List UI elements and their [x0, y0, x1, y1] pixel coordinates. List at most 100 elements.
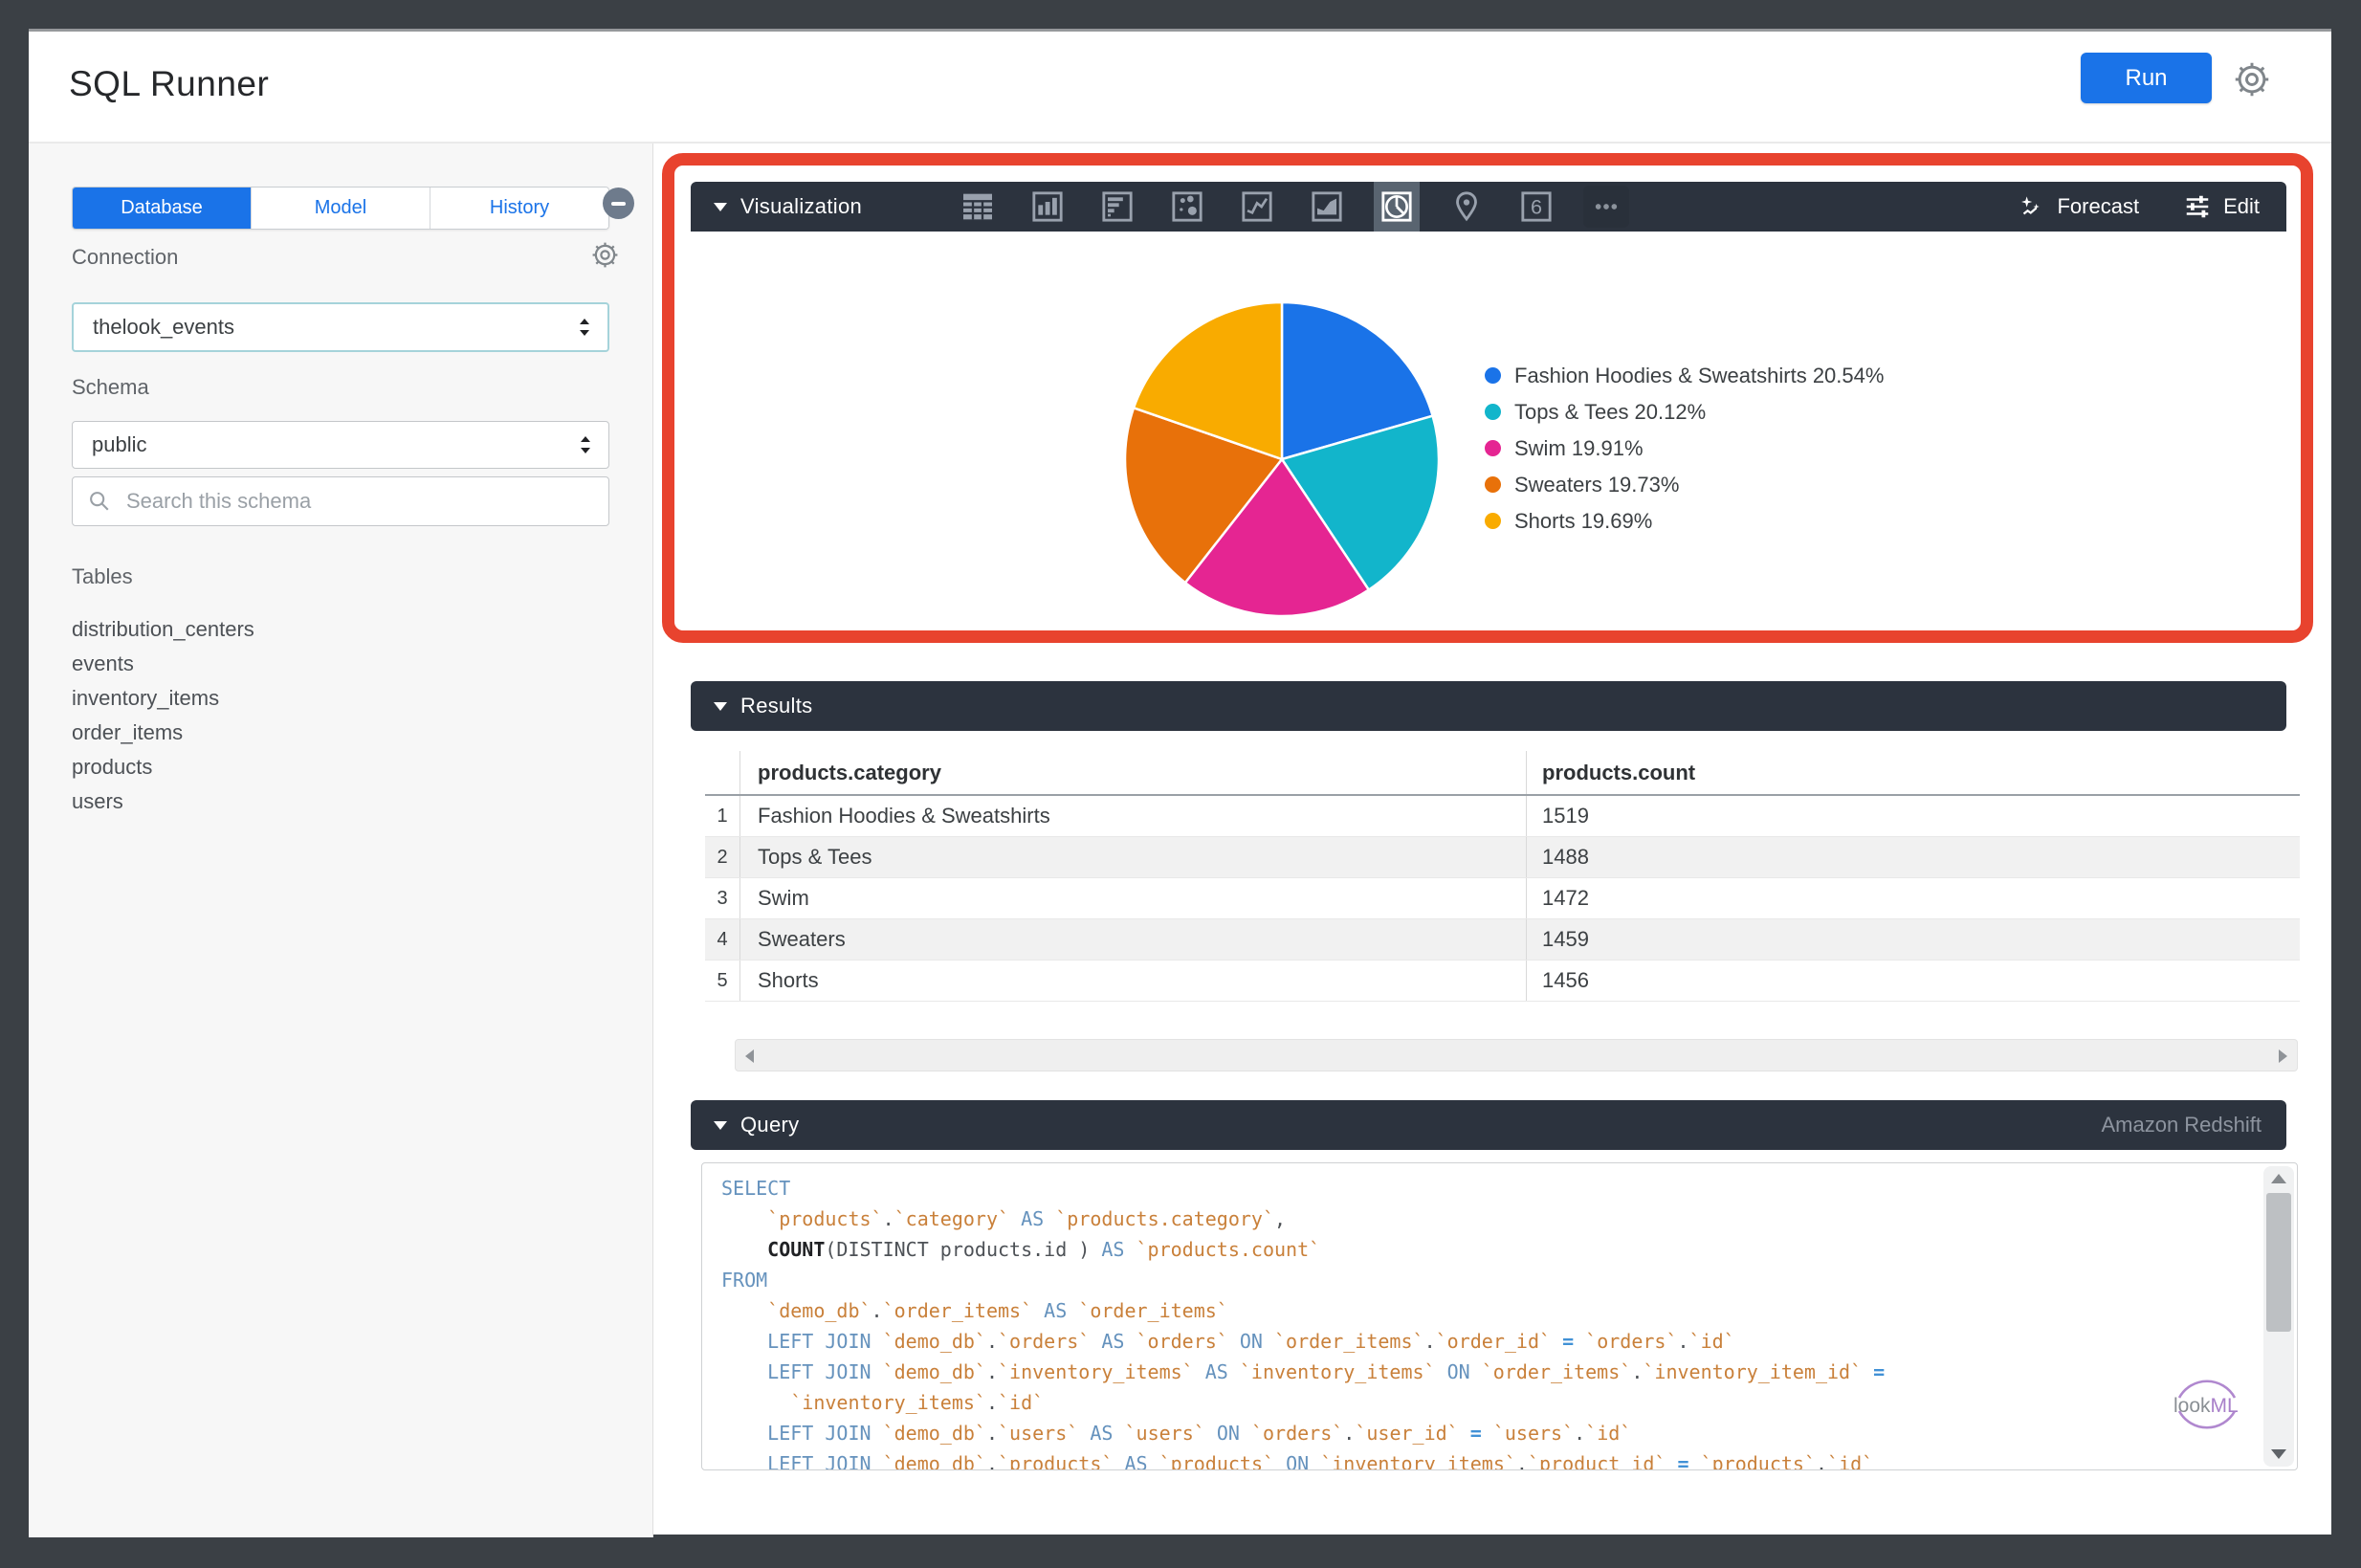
scatter-chart-icon[interactable]: [1164, 182, 1210, 232]
edit-button[interactable]: Edit: [2183, 192, 2260, 221]
caret-down-icon: [714, 702, 727, 711]
table-row-4[interactable]: 4Sweaters1459: [705, 919, 2300, 961]
table-icon[interactable]: [955, 182, 1001, 232]
table-item-order_items[interactable]: order_items: [72, 716, 607, 750]
cell-category: Fashion Hoodies & Sweatshirts: [739, 796, 1526, 836]
sql-code: SELECT `products`.`category` AS `product…: [721, 1173, 1885, 1470]
cell-count: 1456: [1526, 961, 2300, 1001]
more-icon[interactable]: [1583, 186, 1629, 228]
sql-line-1: SELECT: [721, 1173, 1885, 1204]
sidebar: DatabaseModelHistory Connection thelook_…: [29, 144, 653, 1537]
table-row-3[interactable]: 3Swim1472: [705, 878, 2300, 919]
table-row-5[interactable]: 5Shorts1456: [705, 961, 2300, 1002]
sql-line-3: COUNT(DISTINCT products.id ) AS `product…: [721, 1234, 1885, 1265]
results-table: products.categoryproducts.count1Fashion …: [705, 751, 2300, 1002]
area-chart-icon[interactable]: [1304, 182, 1350, 232]
row-number-header: [705, 751, 739, 794]
legend-item-5[interactable]: Shorts 19.69%: [1485, 507, 1887, 535]
cell-count: 1459: [1526, 919, 2300, 960]
legend-item-3[interactable]: Swim 19.91%: [1485, 434, 1887, 462]
sql-line-7: LEFT JOIN `demo_db`.`inventory_items` AS…: [721, 1357, 1885, 1387]
cell-count: 1488: [1526, 837, 2300, 877]
sql-line-5: `demo_db`.`order_items` AS `order_items`: [721, 1295, 1885, 1326]
visualization-header: Visualization 6 Forecast: [691, 182, 2286, 232]
legend-dot-icon: [1485, 513, 1501, 529]
legend-item-1[interactable]: Fashion Hoodies & Sweatshirts 20.54%: [1485, 362, 1887, 389]
schema-select-value: public: [92, 432, 146, 457]
settings-gear-icon[interactable]: [2231, 58, 2273, 100]
visualization-panel: Visualization 6 Forecast: [691, 182, 2286, 622]
sparkle-forecast-icon: [2017, 192, 2045, 221]
scroll-left-icon[interactable]: [745, 1049, 754, 1063]
search-icon: [86, 488, 113, 515]
sql-line-9: LEFT JOIN `demo_db`.`users` AS `users` O…: [721, 1418, 1885, 1448]
query-header[interactable]: Query Amazon Redshift: [691, 1100, 2286, 1150]
results-header[interactable]: Results: [691, 681, 2286, 731]
sql-code-panel[interactable]: SELECT `products`.`category` AS `product…: [701, 1162, 2298, 1470]
table-row-1[interactable]: 1Fashion Hoodies & Sweatshirts1519: [705, 796, 2300, 837]
scrollbar-thumb[interactable]: [2266, 1193, 2291, 1332]
sidebar-tabs: DatabaseModelHistory: [72, 187, 609, 230]
legend-label: Swim 19.91%: [1514, 434, 1644, 462]
tab-database[interactable]: Database: [73, 188, 252, 229]
pie-chart: [1121, 298, 1443, 620]
single-value-icon[interactable]: 6: [1513, 182, 1559, 232]
minus-icon: [611, 202, 626, 206]
legend-item-4[interactable]: Sweaters 19.73%: [1485, 471, 1887, 498]
scroll-down-icon[interactable]: [2271, 1449, 2286, 1459]
schema-select[interactable]: public: [72, 421, 609, 469]
legend-item-2[interactable]: Tops & Tees 20.12%: [1485, 398, 1887, 426]
legend-dot-icon: [1485, 476, 1501, 493]
connection-gear-icon[interactable]: [589, 239, 621, 271]
forecast-button[interactable]: Forecast: [2017, 192, 2139, 221]
cell-count: 1519: [1526, 796, 2300, 836]
table-item-distribution_centers[interactable]: distribution_centers: [72, 612, 607, 647]
results-header-row: products.categoryproducts.count: [705, 751, 2300, 796]
visualization-collapse[interactable]: Visualization: [691, 194, 862, 219]
tab-history[interactable]: History: [430, 188, 608, 229]
visualization-type-icons: 6: [955, 182, 1629, 232]
column-header-category[interactable]: products.category: [739, 751, 1526, 794]
svg-text:lookML: lookML: [2173, 1395, 2239, 1417]
table-item-inventory_items[interactable]: inventory_items: [72, 681, 607, 716]
schema-search: [72, 476, 609, 526]
row-number: 5: [705, 961, 739, 1001]
collapse-sidebar-button[interactable]: [603, 188, 634, 219]
column-header-count[interactable]: products.count: [1526, 751, 2300, 794]
chart-legend: Fashion Hoodies & Sweatshirts 20.54% Tops…: [1485, 362, 1887, 535]
forecast-label: Forecast: [2057, 194, 2139, 219]
cell-category: Swim: [739, 878, 1526, 918]
caret-down-icon: [714, 1121, 727, 1130]
legend-dot-icon: [1485, 404, 1501, 420]
line-chart-icon[interactable]: [1234, 182, 1280, 232]
vertical-scrollbar[interactable]: [2263, 1166, 2294, 1467]
table-item-events[interactable]: events: [72, 647, 607, 681]
tab-model[interactable]: Model: [252, 188, 430, 229]
row-number: 1: [705, 796, 739, 836]
pie-chart-icon[interactable]: [1374, 182, 1420, 232]
scroll-right-icon[interactable]: [2279, 1049, 2287, 1063]
connection-select[interactable]: thelook_events: [72, 302, 609, 352]
column-chart-icon[interactable]: [1025, 182, 1070, 232]
scroll-up-icon[interactable]: [2271, 1174, 2286, 1183]
svg-text:6: 6: [1531, 195, 1542, 219]
table-item-products[interactable]: products: [72, 750, 607, 784]
select-updown-icon: [575, 315, 594, 340]
table-row-2[interactable]: 2Tops & Tees1488: [705, 837, 2300, 878]
legend-dot-icon: [1485, 367, 1501, 384]
legend-dot-icon: [1485, 440, 1501, 456]
sql-line-6: LEFT JOIN `demo_db`.`orders` AS `orders`…: [721, 1326, 1885, 1357]
map-icon[interactable]: [1444, 182, 1489, 232]
row-number: 2: [705, 837, 739, 877]
horizontal-scrollbar[interactable]: [735, 1039, 2298, 1071]
table-item-users[interactable]: users: [72, 784, 607, 819]
search-input[interactable]: [124, 488, 549, 515]
bar-chart-icon[interactable]: [1094, 182, 1140, 232]
sql-line-8: `inventory_items`.`id`: [721, 1387, 1885, 1418]
run-button[interactable]: Run: [2081, 53, 2212, 103]
visualization-title: Visualization: [740, 194, 862, 219]
legend-label: Tops & Tees 20.12%: [1514, 398, 1706, 426]
query-title: Query: [740, 1113, 799, 1137]
dialect-label: Amazon Redshift: [2101, 1113, 2262, 1137]
lookml-logo: lookML: [2166, 1363, 2248, 1446]
